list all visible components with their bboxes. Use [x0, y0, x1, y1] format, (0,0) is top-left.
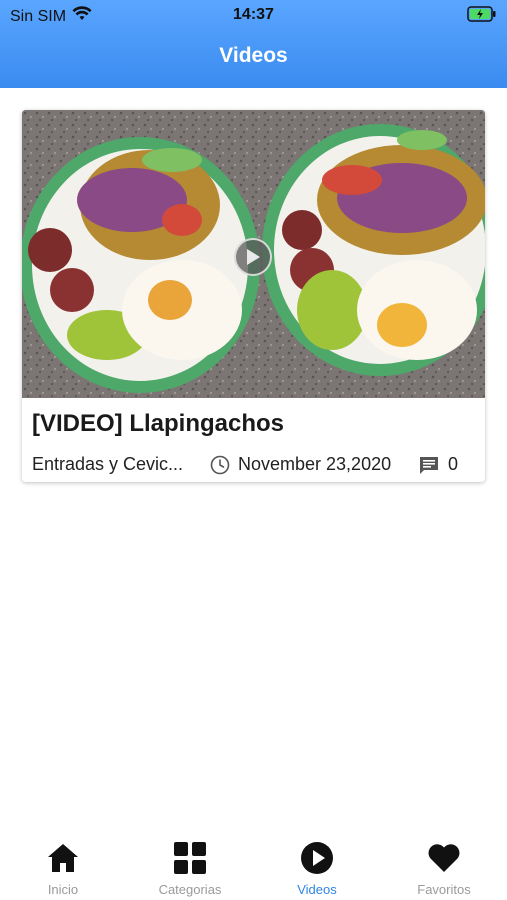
tab-favoritos[interactable]: Favoritos	[389, 840, 499, 897]
clock-icon	[210, 455, 230, 474]
battery-icon	[467, 6, 497, 27]
video-card[interactable]: [VIDEO] Llapingachos Entradas y Cevic...…	[22, 110, 485, 482]
heart-icon	[428, 844, 460, 872]
tab-inicio[interactable]: Inicio	[8, 840, 118, 897]
status-time: 14:37	[233, 6, 274, 23]
home-icon	[48, 844, 78, 872]
video-title[interactable]: [VIDEO] Llapingachos	[32, 410, 284, 438]
play-button[interactable]	[234, 238, 272, 276]
tab-label-favoritos: Favoritos	[417, 882, 471, 897]
tab-categorias[interactable]: Categorias	[135, 840, 245, 897]
tab-videos[interactable]: Videos	[262, 840, 372, 897]
comments-group[interactable]: 0	[418, 454, 458, 475]
video-thumbnail[interactable]	[22, 110, 485, 398]
app-header: Sin SIM 14:37 Videos	[0, 0, 507, 88]
grid-icon	[174, 842, 206, 874]
play-icon	[247, 249, 260, 265]
tab-label-videos: Videos	[297, 882, 337, 897]
video-category[interactable]: Entradas y Cevic...	[32, 454, 183, 475]
page-title: Videos	[219, 44, 288, 67]
comment-icon	[420, 456, 438, 474]
play-circle-icon	[301, 842, 333, 874]
comment-count: 0	[448, 454, 459, 474]
tab-label-inicio: Inicio	[47, 882, 79, 897]
tab-label-categorias: Categorias	[158, 882, 222, 897]
video-date: November 23,2020	[238, 454, 392, 474]
status-bar: Sin SIM 14:37	[0, 0, 507, 30]
bottom-tab-bar: Inicio Categorias Videos Favoritos	[0, 830, 507, 900]
video-date-group: November 23,2020	[210, 454, 391, 475]
